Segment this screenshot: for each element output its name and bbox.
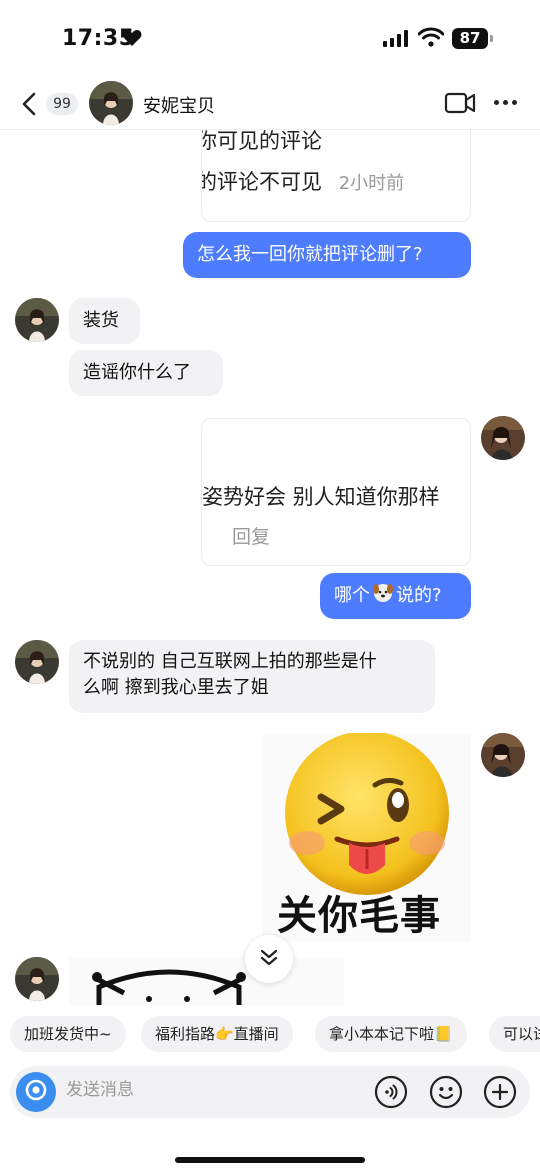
chevron-left-icon[interactable] bbox=[18, 90, 42, 118]
cartoon-face-icon bbox=[92, 969, 246, 1005]
wifi-icon bbox=[417, 27, 445, 51]
comment-timestamp: 2小时前 bbox=[338, 173, 405, 194]
quick-reply-chip[interactable]: 拿小本本记下啦📒 bbox=[315, 1016, 467, 1052]
avatar[interactable] bbox=[89, 81, 133, 125]
contact-name[interactable]: 安妮宝贝 bbox=[143, 92, 215, 118]
outgoing-message[interactable]: 怎么我一回你就把评论删了? bbox=[183, 232, 471, 278]
scroll-to-bottom-button[interactable] bbox=[245, 935, 293, 983]
cell-signal-icon bbox=[383, 30, 408, 47]
quoted-comment-text: 的评论不可见 2小时前 bbox=[201, 170, 405, 194]
voice-icon[interactable] bbox=[374, 1075, 408, 1109]
more-dots-icon[interactable] bbox=[494, 100, 517, 105]
camera-icon bbox=[25, 1079, 47, 1105]
dog-face-icon bbox=[372, 581, 394, 611]
incoming-message[interactable]: 装货 bbox=[69, 298, 140, 344]
home-indicator bbox=[175, 1157, 365, 1163]
status-bar: 17:35 87 bbox=[0, 0, 540, 78]
avatar[interactable] bbox=[481, 733, 525, 777]
quick-reply-chip[interactable]: 可以试 bbox=[489, 1016, 540, 1052]
quick-reply-chip[interactable]: 加班发货中~ bbox=[10, 1016, 126, 1052]
camera-button[interactable] bbox=[16, 1072, 56, 1112]
avatar[interactable] bbox=[15, 298, 59, 342]
chat-header: 99 安妮宝贝 bbox=[0, 78, 540, 130]
avatar[interactable] bbox=[15, 640, 59, 684]
emoji-icon[interactable] bbox=[429, 1075, 463, 1109]
quoted-comment-card[interactable]: 姿势好会 别人知道你那样 回复 bbox=[201, 418, 471, 566]
plus-icon[interactable] bbox=[483, 1075, 517, 1109]
incoming-message[interactable]: 造谣你什么了 bbox=[69, 350, 223, 396]
sticker-image[interactable]: 关你毛事 bbox=[263, 733, 471, 941]
reply-link[interactable]: 回复 bbox=[232, 522, 270, 549]
sticker-caption: 关你毛事 bbox=[277, 893, 441, 939]
quoted-comment-text: 姿势好会 别人知道你那样 bbox=[202, 485, 440, 509]
chevron-double-down-icon bbox=[258, 946, 280, 972]
video-call-icon[interactable] bbox=[444, 90, 476, 120]
message-input[interactable] bbox=[66, 1080, 316, 1100]
quick-reply-chip[interactable]: 福利指路👉直播间 bbox=[141, 1016, 293, 1052]
sticker-image[interactable] bbox=[69, 957, 344, 1005]
unread-count-badge[interactable]: 99 bbox=[46, 93, 78, 115]
incoming-message[interactable]: 不说别的 自己互联网上拍的那些是什 么啊 擦到我心里去了姐 bbox=[69, 640, 435, 713]
battery-indicator: 87 bbox=[452, 28, 488, 49]
avatar[interactable] bbox=[15, 957, 59, 1001]
battery-tip bbox=[490, 35, 493, 42]
heart-icon bbox=[122, 29, 142, 51]
message-input-bar bbox=[10, 1066, 530, 1118]
quick-reply-bar: 加班发货中~ 福利指路👉直播间 拿小本本记下啦📒 可以试 bbox=[0, 1016, 540, 1052]
outgoing-message[interactable]: 哪个 说的? bbox=[320, 573, 471, 619]
avatar[interactable] bbox=[481, 416, 525, 460]
